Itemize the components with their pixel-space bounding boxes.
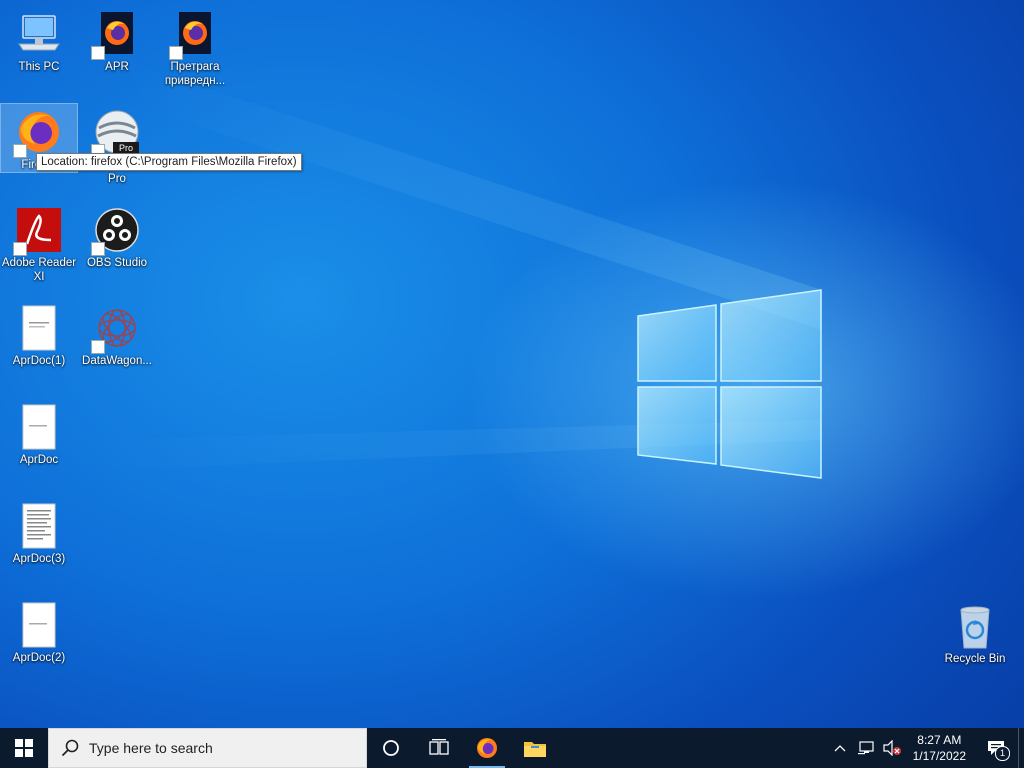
icon-label: APR [105,61,129,73]
cortana-button[interactable] [367,728,415,768]
desktop-icon-datawagon[interactable]: DataWagon... [79,300,155,368]
firefox-icon [91,10,141,60]
taskbar-firefox-button[interactable] [463,728,511,768]
volume-button[interactable] [879,728,905,768]
icon-location-tooltip: Location: firefox (C:\Program Files\Mozi… [36,153,302,171]
icon-label: OBS Studio [86,257,148,269]
adobe-reader-icon [13,206,63,256]
task-view-icon [429,739,449,755]
desktop-icon-obs-studio[interactable]: OBS Studio [79,202,155,270]
document-icon [15,502,63,550]
desktop-icon-google-earth-pro[interactable]: Pro Pro [79,104,155,186]
taskbar: Type here to search 8:27 AM 1/17/2022 1 [0,728,1024,768]
desktop-icon-aprdoc-1[interactable]: AprDoc(1) [1,300,77,368]
file-explorer-icon [524,742,546,757]
this-pc-icon [15,10,63,58]
search-placeholder: Type here to search [89,740,213,756]
desktop-icon-recycle-bin[interactable]: Recycle Bin [937,598,1013,666]
icon-label: AprDoc [19,454,59,466]
desktop-icon-pretraga[interactable]: Претрага привредн... [157,6,233,88]
icon-label: AprDoc(1) [12,355,66,367]
icon-label: DataWagon... [82,355,152,367]
search-icon [61,739,79,757]
show-desktop-button[interactable] [1018,728,1024,768]
shortcut-arrow-icon [169,46,183,60]
taskbar-file-explorer-button[interactable] [511,728,559,768]
start-icon [15,739,33,757]
firefox-icon [169,10,219,60]
system-tray: 8:27 AM 1/17/2022 1 [827,728,1024,768]
firefox-icon [13,108,63,158]
icon-label: AprDoc(2) [12,652,66,664]
network-icon [857,741,874,755]
desktop-icon-aprdoc-3[interactable]: AprDoc(3) [1,498,77,566]
action-center-button[interactable]: 1 [974,728,1018,768]
cortana-icon [383,740,399,756]
document-icon [15,601,63,649]
document-icon [15,304,63,352]
start-button[interactable] [0,728,48,768]
desktop-icon-aprdoc[interactable]: AprDoc [1,399,77,467]
shortcut-arrow-icon [91,340,105,354]
desktop-icon-apr[interactable]: APR [79,6,155,74]
volume-muted-icon [883,740,901,756]
document-icon [15,403,63,451]
datawagon-icon [91,304,141,354]
icon-label: Adobe Reader XI [1,257,77,283]
pro-badge: Pro [119,143,133,153]
desktop-icon-aprdoc-2[interactable]: AprDoc(2) [1,597,77,665]
clock-date: 1/17/2022 [912,749,966,763]
show-hidden-icons-button[interactable] [827,728,853,768]
taskbar-search-box[interactable]: Type here to search [48,728,367,768]
icon-label: Recycle Bin [944,653,1006,665]
shortcut-arrow-icon [91,242,105,256]
shortcut-arrow-icon [13,144,27,158]
desktop[interactable]: This PC APR Претрага привредн... Pro Pro… [0,0,1024,728]
icon-label: AprDoc(3) [12,553,66,565]
icon-label: Претрага привредн... [164,61,226,87]
taskbar-clock[interactable]: 8:27 AM 1/17/2022 [905,732,974,764]
task-view-button[interactable] [415,728,463,768]
shortcut-arrow-icon [91,46,105,60]
icon-label: This PC [18,61,60,73]
obs-studio-icon [91,206,141,256]
google-earth-pro-icon: Pro [91,108,141,158]
firefox-icon [477,738,497,758]
recycle-bin-icon [951,602,999,650]
desktop-icon-this-pc[interactable]: This PC [1,6,77,74]
desktop-icon-adobe-reader[interactable]: Adobe Reader XI [1,202,77,284]
chevron-up-icon [834,745,846,752]
network-button[interactable] [853,728,879,768]
clock-time: 8:27 AM [917,733,962,747]
shortcut-arrow-icon [13,242,27,256]
icon-label: Pro [108,173,126,185]
notification-count-badge: 1 [995,746,1010,761]
